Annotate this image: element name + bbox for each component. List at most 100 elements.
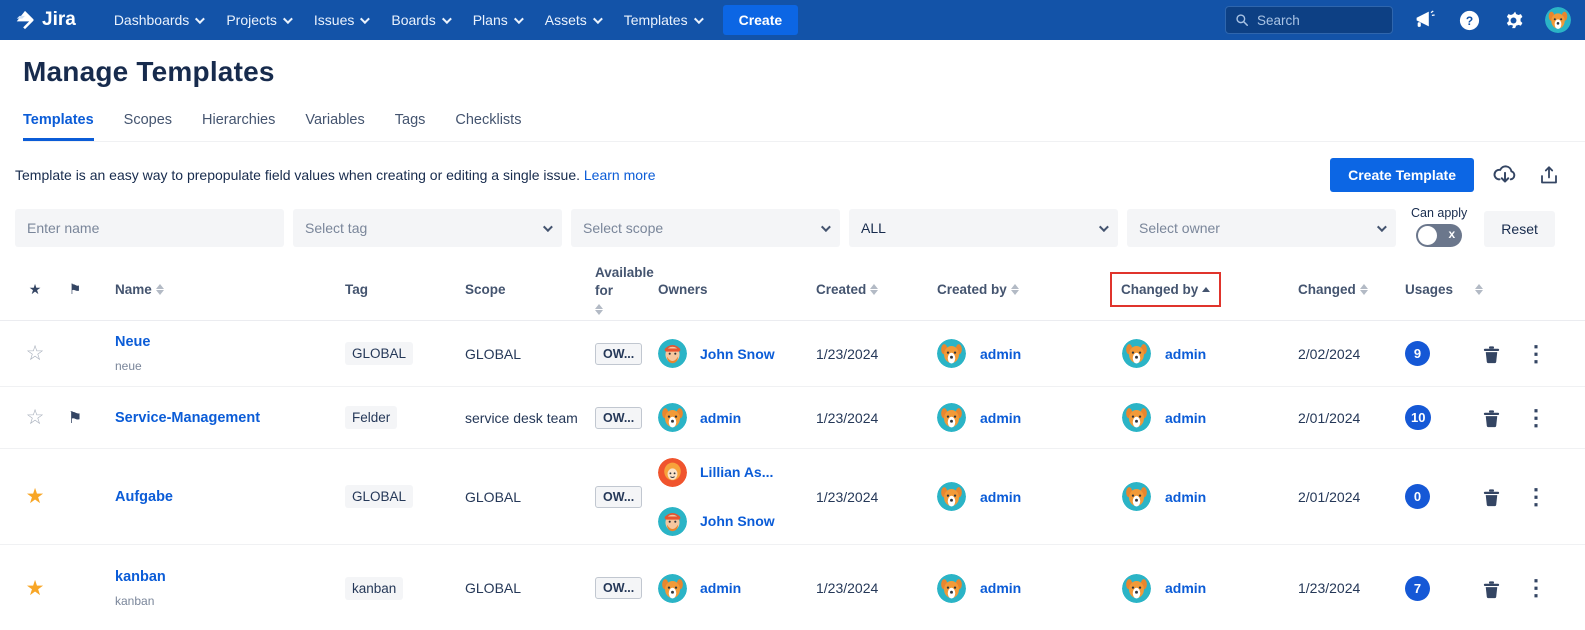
header-usages[interactable]: Usages (1395, 282, 1480, 297)
template-subtitle: kanban (115, 594, 154, 608)
table-row: ☆ ⚑ Service-Management Felder service de… (0, 387, 1585, 449)
export-share-icon[interactable] (1536, 162, 1562, 188)
changed-by-avatar (1122, 482, 1151, 511)
template-name-link[interactable]: Service-Management (115, 410, 260, 426)
header-name[interactable]: Name (95, 282, 345, 297)
chevron-down-icon (195, 14, 205, 24)
toggle-knob (1418, 226, 1437, 245)
template-name-link[interactable]: Neue (115, 334, 150, 350)
jira-logo-icon (14, 9, 36, 31)
flag-column-header-icon[interactable]: ⚑ (55, 281, 95, 298)
delete-trash-icon[interactable] (1480, 485, 1503, 508)
owner-link[interactable]: Lillian As... (700, 464, 773, 480)
nav-templates[interactable]: Templates (614, 6, 711, 34)
reset-button[interactable]: Reset (1484, 211, 1555, 247)
chevron-down-icon (821, 222, 831, 232)
header-scope[interactable]: Scope (465, 282, 595, 297)
template-name-link[interactable]: Aufgabe (115, 489, 173, 505)
nav-dashboards[interactable]: Dashboards (104, 6, 213, 34)
can-apply-label: Can apply (1411, 206, 1467, 220)
owner-filter-select[interactable]: Select owner (1127, 209, 1396, 247)
tag-filter-select[interactable]: Select tag (293, 209, 562, 247)
nav-assets[interactable]: Assets (535, 6, 610, 34)
star-toggle[interactable]: ★ (15, 484, 55, 509)
tab-checklists[interactable]: Checklists (455, 112, 521, 141)
changed-by-link[interactable]: admin (1165, 489, 1206, 505)
create-button[interactable]: Create (723, 5, 799, 35)
template-name-link[interactable]: kanban (115, 569, 166, 585)
created-by-link[interactable]: admin (980, 580, 1021, 596)
owner-link[interactable]: admin (700, 410, 741, 426)
available-for-badge[interactable]: OW... (595, 407, 642, 429)
created-by-link[interactable]: admin (980, 489, 1021, 505)
changed-by-link[interactable]: admin (1165, 346, 1206, 362)
owner-link[interactable]: admin (700, 580, 741, 596)
created-by-link[interactable]: admin (980, 346, 1021, 362)
delete-trash-icon[interactable] (1480, 342, 1503, 365)
search-input[interactable] (1257, 13, 1377, 28)
can-apply-toggle[interactable]: x (1416, 224, 1462, 247)
flag-icon[interactable]: ⚑ (55, 408, 95, 428)
header-changed-by[interactable]: Changed by (1110, 272, 1290, 307)
import-download-icon[interactable] (1492, 162, 1518, 188)
usages-badge: 0 (1405, 484, 1430, 509)
tab-scopes[interactable]: Scopes (124, 112, 172, 141)
changed-by-link[interactable]: admin (1165, 580, 1206, 596)
scope-filter-select[interactable]: Select scope (571, 209, 840, 247)
owner-link[interactable]: John Snow (700, 346, 775, 362)
name-filter-input[interactable] (27, 220, 272, 236)
available-for-badge[interactable]: OW... (595, 343, 642, 365)
help-icon[interactable]: ? (1457, 8, 1481, 32)
star-toggle[interactable]: ☆ (15, 341, 55, 366)
announcements-icon[interactable] (1413, 8, 1437, 32)
header-changed[interactable]: Changed (1290, 282, 1395, 297)
star-toggle[interactable]: ☆ (15, 405, 55, 430)
created-by-avatar (937, 482, 966, 511)
type-filter-select[interactable]: ALL (849, 209, 1118, 247)
created-date: 1/23/2024 (800, 346, 925, 362)
owner-avatar (658, 339, 687, 368)
owner-avatar (658, 458, 687, 487)
delete-trash-icon[interactable] (1480, 406, 1503, 429)
delete-trash-icon[interactable] (1480, 577, 1503, 600)
owner-link[interactable]: John Snow (700, 513, 775, 529)
star-toggle[interactable]: ★ (15, 576, 55, 601)
owner-avatar (658, 507, 687, 536)
nav-plans[interactable]: Plans (463, 6, 531, 34)
available-for-badge[interactable]: OW... (595, 577, 642, 599)
jira-logo[interactable]: Jira (14, 9, 76, 31)
tab-bar: Templates Scopes Hierarchies Variables T… (23, 112, 1585, 142)
tag-badge: kanban (345, 577, 403, 600)
created-by-avatar (937, 339, 966, 368)
learn-more-link[interactable]: Learn more (584, 167, 656, 183)
nav-issues[interactable]: Issues (304, 6, 377, 34)
header-owners[interactable]: Owners (655, 282, 800, 297)
tab-tags[interactable]: Tags (395, 112, 426, 141)
more-actions-kebab-icon[interactable]: ⋮ (1525, 413, 1547, 423)
more-actions-kebab-icon[interactable]: ⋮ (1525, 492, 1547, 502)
more-actions-kebab-icon[interactable]: ⋮ (1525, 349, 1547, 359)
created-by-link[interactable]: admin (980, 410, 1021, 426)
tab-hierarchies[interactable]: Hierarchies (202, 112, 275, 141)
settings-gear-icon[interactable] (1501, 8, 1525, 32)
page-title: Manage Templates (23, 56, 1585, 88)
changed-by-link[interactable]: admin (1165, 410, 1206, 426)
tab-templates[interactable]: Templates (23, 112, 94, 141)
changed-by-avatar (1122, 574, 1151, 603)
header-available-for[interactable]: Available for (595, 264, 655, 315)
header-created[interactable]: Created (800, 282, 925, 297)
nav-projects[interactable]: Projects (216, 6, 300, 34)
star-column-header-icon[interactable]: ★ (15, 281, 55, 298)
more-actions-kebab-icon[interactable]: ⋮ (1525, 583, 1547, 593)
profile-avatar[interactable] (1545, 7, 1571, 33)
create-template-button[interactable]: Create Template (1330, 158, 1474, 192)
header-tag[interactable]: Tag (345, 282, 465, 297)
name-filter[interactable] (15, 209, 284, 247)
created-by-avatar (937, 403, 966, 432)
search-box[interactable] (1225, 6, 1393, 34)
tab-variables[interactable]: Variables (305, 112, 364, 141)
nav-boards[interactable]: Boards (381, 6, 458, 34)
header-created-by[interactable]: Created by (925, 282, 1110, 297)
available-for-badge[interactable]: OW... (595, 486, 642, 508)
page-description: Template is an easy way to prepopulate f… (15, 167, 655, 183)
